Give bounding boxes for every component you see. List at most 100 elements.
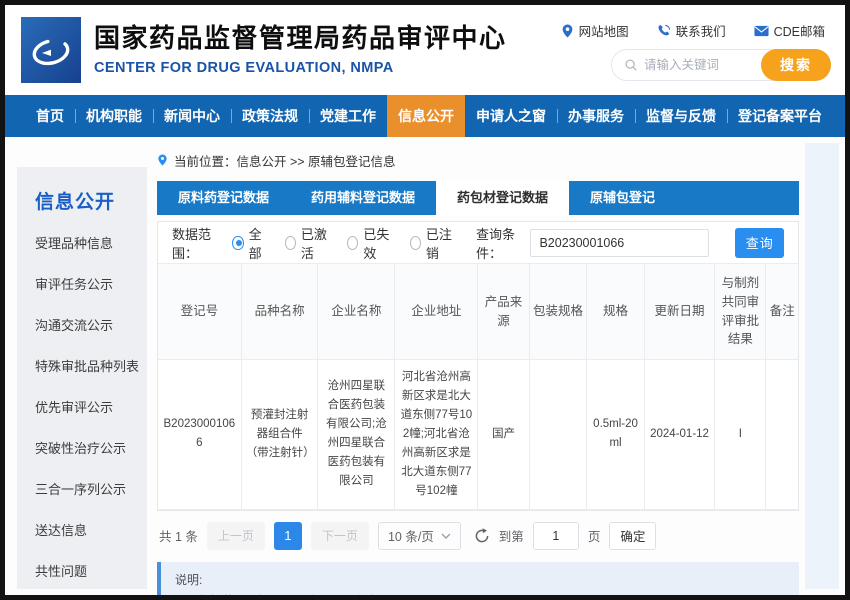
- breadcrumb-text: 当前位置：信息公开 >> 原辅包登记信息: [174, 151, 396, 170]
- column-header: 包装规格: [529, 264, 587, 360]
- scope-radio-option[interactable]: 全部: [232, 224, 268, 262]
- refresh-icon[interactable]: [474, 528, 490, 544]
- radio-icon: [347, 236, 358, 250]
- content-area: 信息公开 受理品种信息 审评任务公示 沟通交流公示 特殊审批品种列表 优先审评公…: [5, 137, 845, 595]
- top-links: 网站地图 联系我们 CDE邮箱: [561, 21, 825, 40]
- table-cell: B20230001066: [158, 360, 241, 510]
- sidebar-item[interactable]: 三合一序列公示: [17, 468, 147, 509]
- column-header: 产品来源: [478, 264, 529, 360]
- column-header: 品种名称: [241, 264, 318, 360]
- sitemap-link[interactable]: 网站地图: [561, 21, 629, 40]
- contact-link[interactable]: 联系我们: [657, 21, 726, 40]
- sidebar-title: 信息公开: [17, 167, 147, 222]
- chevron-down-icon: [441, 533, 451, 539]
- query-button[interactable]: 查询: [735, 228, 784, 258]
- goto-label: 到第: [499, 526, 524, 545]
- nav-item[interactable]: 首页: [25, 95, 75, 137]
- contact-label: 联系我们: [676, 21, 726, 40]
- phone-icon: [657, 24, 671, 38]
- column-header: 企业地址: [395, 264, 478, 360]
- notes-title: 说明:: [175, 571, 785, 588]
- main-panel: 当前位置：信息公开 >> 原辅包登记信息 原料药登记数据 药用辅料登记数据 药包…: [157, 137, 799, 595]
- tab[interactable]: 原辅包登记: [569, 181, 676, 215]
- data-tabs: 原料药登记数据 药用辅料登记数据 药包材登记数据 原辅包登记: [157, 181, 799, 215]
- notes-box: 说明: 1. 数据范围 “全部” ，不包含 “已注销”2. “与制剂共同审评审批…: [157, 562, 799, 600]
- next-page-button[interactable]: 下一页: [311, 522, 369, 550]
- site-search-box: 搜索: [611, 49, 831, 81]
- filter-bar: 数据范围： 全部 已激活: [158, 222, 798, 264]
- query-label: 查询条件：: [476, 224, 530, 262]
- goto-confirm-button[interactable]: 确定: [609, 522, 656, 550]
- browser-page: 国家药品监督管理局药品审评中心 CENTER FOR DRUG EVALUATI…: [0, 0, 850, 600]
- nav-item[interactable]: 监督与反馈: [635, 95, 727, 137]
- query-input[interactable]: [530, 229, 709, 257]
- mailbox-label: CDE邮箱: [774, 21, 825, 40]
- sitemap-label: 网站地图: [579, 21, 629, 40]
- mailbox-link[interactable]: CDE邮箱: [754, 21, 825, 40]
- radio-icon: [285, 236, 296, 250]
- site-search-button[interactable]: 搜索: [761, 49, 831, 81]
- site-header: 国家药品监督管理局药品审评中心 CENTER FOR DRUG EVALUATI…: [5, 5, 845, 95]
- sidebar-item[interactable]: 审评任务公示: [17, 263, 147, 304]
- scope-radio-option[interactable]: 已失效: [347, 224, 394, 262]
- column-header: 登记号: [158, 264, 241, 360]
- nav-item[interactable]: 新闻中心: [153, 95, 231, 137]
- results-table: 登记号品种名称企业名称企业地址产品来源包装规格规格更新日期与制剂共同审评审批结果…: [158, 264, 798, 510]
- nav-item[interactable]: 政策法规: [231, 95, 309, 137]
- nav-item[interactable]: 党建工作: [309, 95, 387, 137]
- sidebar-item[interactable]: 受理品种信息: [17, 222, 147, 263]
- column-header: 与制剂共同审评审批结果: [715, 264, 766, 360]
- notes-lines: 1. 数据范围 “全部” ，不包含 “已注销”2. “与制剂共同审评审批结果” …: [175, 590, 785, 600]
- tab[interactable]: 原料药登记数据: [157, 181, 290, 215]
- sidebar: 信息公开 受理品种信息 审评任务公示 沟通交流公示 特殊审批品种列表 优先审评公…: [17, 167, 147, 589]
- goto-page-input[interactable]: [533, 522, 579, 550]
- sidebar-item[interactable]: 特殊审批品种列表: [17, 345, 147, 386]
- main-nav: 首页 机构职能 新闻中心 政策法规 党建工作 信息公开 申请人之窗 办事服务 监…: [5, 95, 845, 137]
- column-header: 规格: [587, 264, 645, 360]
- tab[interactable]: 药用辅料登记数据: [290, 181, 436, 215]
- right-strip-decor: [805, 143, 839, 589]
- scope-radio-option[interactable]: 已激活: [285, 224, 332, 262]
- site-title: 国家药品监督管理局药品审评中心: [94, 24, 507, 54]
- radio-icon: [232, 236, 243, 250]
- table-cell: 沧州四星联合医药包装有限公司;沧州四星联合医药包装有限公司: [318, 360, 395, 510]
- column-header: 备注: [766, 264, 798, 360]
- results-panel: 数据范围： 全部 已激活: [157, 221, 799, 511]
- page-size-value: 10 条/页: [388, 526, 434, 545]
- note-line: 1. 数据范围 “全部” ，不包含 “已注销”: [185, 590, 785, 600]
- scope-radio-group: 全部 已激活 已失效: [232, 224, 456, 262]
- nav-item[interactable]: 机构职能: [75, 95, 153, 137]
- table-cell: 国产: [478, 360, 529, 510]
- table-cell: 预灌封注射器组合件（带注射针）: [241, 360, 318, 510]
- nav-item[interactable]: 信息公开: [387, 95, 465, 137]
- nav-item[interactable]: 办事服务: [557, 95, 635, 137]
- site-search-input[interactable]: [644, 58, 757, 72]
- sidebar-item[interactable]: 突破性治疗公示: [17, 427, 147, 468]
- sidebar-item[interactable]: 共性问题: [17, 550, 147, 589]
- sidebar-item[interactable]: 送达信息: [17, 509, 147, 550]
- page-unit-label: 页: [588, 526, 601, 545]
- table-cell: [766, 360, 798, 510]
- nav-item[interactable]: 登记备案平台: [727, 95, 833, 137]
- tab[interactable]: 药包材登记数据: [436, 181, 569, 215]
- sidebar-menu: 受理品种信息 审评任务公示 沟通交流公示 特殊审批品种列表 优先审评公示 突破性…: [17, 222, 147, 589]
- nav-item[interactable]: 申请人之窗: [465, 95, 557, 137]
- scope-radio-option[interactable]: 已注销: [410, 224, 457, 262]
- sidebar-item[interactable]: 优先审评公示: [17, 386, 147, 427]
- search-icon: [624, 58, 638, 72]
- breadcrumb: 当前位置：信息公开 >> 原辅包登记信息: [157, 145, 799, 175]
- table-cell: I: [715, 360, 766, 510]
- mail-icon: [754, 25, 769, 37]
- table-cell: [529, 360, 587, 510]
- pagination: 共 1 条 上一页 1 下一页 10 条/页: [159, 522, 799, 550]
- page-size-select[interactable]: 10 条/页: [378, 522, 461, 550]
- table-cell: 0.5ml-20ml: [587, 360, 645, 510]
- radio-label: 已失效: [363, 224, 393, 262]
- prev-page-button[interactable]: 上一页: [207, 522, 265, 550]
- cde-logo-icon: [21, 17, 81, 83]
- site-subtitle: CENTER FOR DRUG EVALUATION, NMPA: [94, 60, 507, 76]
- table-cell: 2024-01-12: [644, 360, 714, 510]
- current-page-button[interactable]: 1: [274, 522, 302, 550]
- radio-label: 全部: [249, 224, 269, 262]
- sidebar-item[interactable]: 沟通交流公示: [17, 304, 147, 345]
